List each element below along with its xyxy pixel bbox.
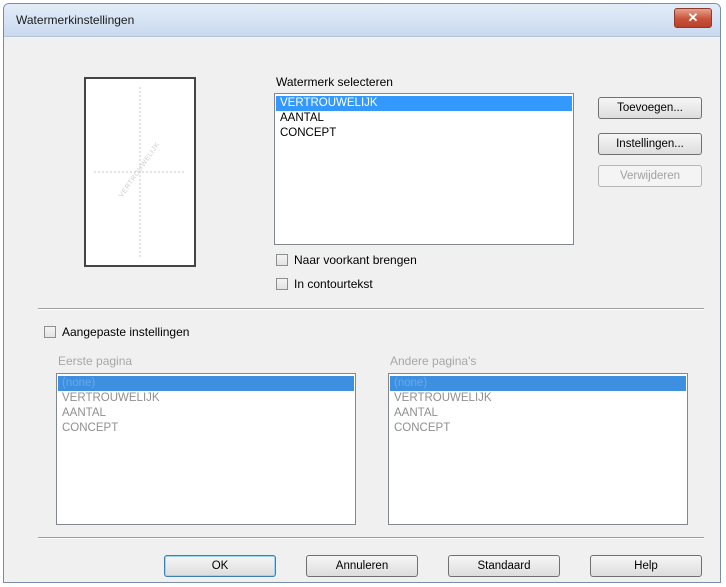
first-page-label: Eerste pagina bbox=[58, 354, 133, 368]
outline-text-checkbox[interactable] bbox=[276, 278, 288, 290]
custom-settings-label: Aangepaste instellingen bbox=[62, 325, 190, 339]
dialog-title: Watermerkinstellingen bbox=[16, 13, 135, 27]
list-item[interactable]: AANTAL bbox=[276, 111, 572, 126]
add-button[interactable]: Toevoegen... bbox=[598, 97, 702, 119]
list-item[interactable]: VERTROUWELIJK bbox=[58, 391, 354, 406]
help-button[interactable]: Help bbox=[590, 555, 702, 577]
watermark-listbox[interactable]: VERTROUWELIJK AANTAL CONCEPT bbox=[274, 93, 574, 245]
ok-button[interactable]: OK bbox=[164, 555, 276, 577]
list-item[interactable]: CONCEPT bbox=[276, 126, 572, 141]
first-page-listbox[interactable]: (none) VERTROUWELIJK AANTAL CONCEPT bbox=[56, 373, 356, 525]
list-item[interactable]: (none) bbox=[58, 376, 354, 391]
dialog-client-area: VERTROUWELIJK Watermerk selecteren VERTR… bbox=[4, 37, 720, 582]
watermark-settings-dialog: Watermerkinstellingen ✕ VERTROUWELIJK Wa… bbox=[3, 3, 721, 583]
settings-button[interactable]: Instellingen... bbox=[598, 133, 702, 155]
outline-text-label: In contourtekst bbox=[294, 277, 373, 291]
list-item[interactable]: VERTROUWELIJK bbox=[276, 96, 572, 111]
separator bbox=[38, 537, 704, 539]
bring-to-front-checkbox[interactable] bbox=[276, 254, 288, 266]
list-item[interactable]: AANTAL bbox=[58, 406, 354, 421]
default-button[interactable]: Standaard bbox=[448, 555, 560, 577]
list-item[interactable]: CONCEPT bbox=[390, 421, 686, 436]
cancel-button[interactable]: Annuleren bbox=[306, 555, 418, 577]
custom-settings-checkbox[interactable] bbox=[44, 326, 56, 338]
delete-button[interactable]: Verwijderen bbox=[598, 165, 702, 187]
select-watermark-label: Watermerk selecteren bbox=[276, 75, 393, 89]
watermark-preview: VERTROUWELIJK bbox=[84, 77, 196, 267]
list-item[interactable]: CONCEPT bbox=[58, 421, 354, 436]
list-item[interactable]: VERTROUWELIJK bbox=[390, 391, 686, 406]
title-bar[interactable]: Watermerkinstellingen ✕ bbox=[4, 4, 720, 37]
bring-to-front-label: Naar voorkant brengen bbox=[294, 253, 417, 267]
close-icon: ✕ bbox=[687, 10, 699, 25]
separator bbox=[38, 308, 704, 310]
list-item[interactable]: (none) bbox=[390, 376, 686, 391]
other-pages-label: Andere pagina's bbox=[390, 354, 477, 368]
other-pages-listbox[interactable]: (none) VERTROUWELIJK AANTAL CONCEPT bbox=[388, 373, 688, 525]
list-item[interactable]: AANTAL bbox=[390, 406, 686, 421]
close-button[interactable]: ✕ bbox=[674, 8, 712, 28]
